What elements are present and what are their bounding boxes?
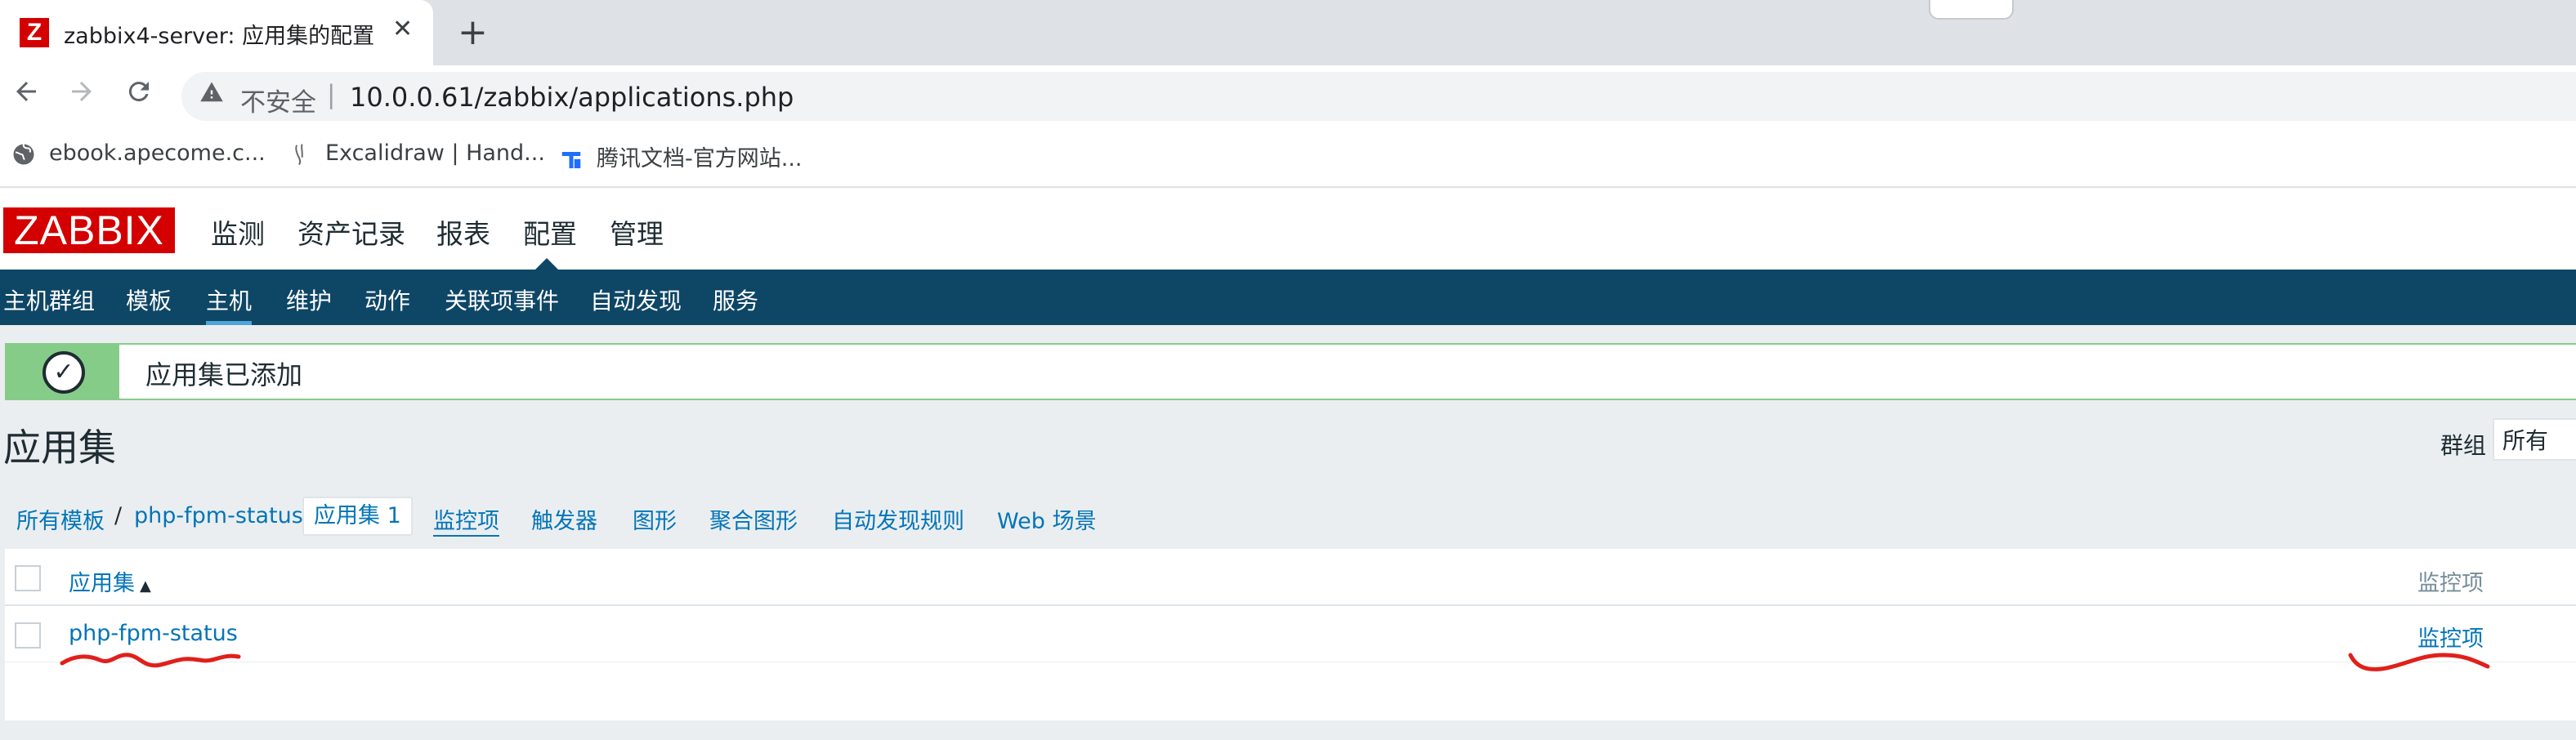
zabbix-header: ZABBIX 监测 资产记录 报表 配置 管理	[0, 188, 2576, 270]
new-tab-button[interactable]: +	[458, 11, 488, 53]
bookmark-label: Excalidraw | Hand...	[325, 140, 545, 166]
address-bar[interactable]: 不安全 | 10.0.0.61/zabbix/applications.php	[181, 72, 2576, 121]
main-content: ✓ 应用集已添加 应用集 群组 所有 所有模板 / php-fpm-status…	[0, 325, 2576, 740]
browser-tab[interactable]: Z zabbix4-server: 应用集的配置 ✕	[0, 0, 433, 65]
browser-tab-strip: Z zabbix4-server: 应用集的配置 ✕ +	[0, 0, 2576, 65]
red-annotation-scribbles	[60, 653, 2490, 671]
reload-icon[interactable]	[124, 77, 154, 114]
bookmark-tencent-docs[interactable]: 腾讯文档-官方网站...	[559, 140, 803, 172]
bookmark-label: 腾讯文档-官方网站...	[597, 146, 803, 172]
subnav-maintenance[interactable]: 维护	[286, 283, 332, 316]
bookmark-ebook[interactable]: ebook.apecome.c...	[11, 140, 266, 167]
active-nav-caret	[535, 258, 558, 270]
bookmarks-bar: ebook.apecome.c... Excalidraw | Hand... …	[0, 127, 2576, 188]
subnav-actions[interactable]: 动作	[364, 283, 410, 316]
bookmark-excalidraw[interactable]: Excalidraw | Hand...	[288, 140, 545, 167]
subnav-services[interactable]: 服务	[713, 283, 758, 316]
bookmark-label: ebook.apecome.c...	[49, 140, 266, 166]
sub-nav: 主机群组 模板 主机 维护 动作 关联项事件 自动发现 服务	[0, 270, 2576, 325]
main-nav-monitoring[interactable]: 监测	[211, 212, 265, 252]
subnav-discovery[interactable]: 自动发现	[590, 283, 682, 316]
zabbix-logo[interactable]: ZABBIX	[3, 207, 175, 253]
subnav-host-groups[interactable]: 主机群组	[3, 283, 95, 316]
not-secure-label[interactable]: 不安全	[240, 82, 316, 118]
back-arrow-icon[interactable]	[11, 77, 41, 114]
main-nav-configuration[interactable]: 配置	[523, 212, 577, 252]
url-separator: |	[327, 80, 336, 109]
tab-title: zabbix4-server: 应用集的配置	[64, 24, 375, 49]
main-nav-inventory[interactable]: 资产记录	[297, 212, 405, 252]
browser-toolbar: 不安全 | 10.0.0.61/zabbix/applications.php	[0, 65, 2576, 127]
forward-arrow-icon[interactable]	[67, 77, 96, 114]
globe-icon	[11, 142, 36, 167]
zabbix-favicon-icon: Z	[20, 18, 49, 47]
warning-triangle-icon[interactable]	[199, 80, 224, 111]
excalidraw-icon	[288, 142, 312, 167]
scribble-under-items	[2348, 653, 2490, 671]
window-controls[interactable]	[1929, 0, 2014, 20]
url-text[interactable]: 10.0.0.61/zabbix/applications.php	[350, 82, 794, 113]
tencent-docs-icon	[559, 148, 584, 172]
scribble-under-application	[60, 653, 241, 668]
main-nav-reports[interactable]: 报表	[436, 212, 490, 252]
main-nav-administration[interactable]: 管理	[610, 212, 664, 252]
close-tab-icon[interactable]: ✕	[392, 15, 413, 43]
subnav-templates[interactable]: 模板	[126, 283, 172, 316]
subnav-correlation[interactable]: 关联项事件	[445, 283, 559, 316]
subnav-hosts[interactable]: 主机	[206, 283, 253, 325]
